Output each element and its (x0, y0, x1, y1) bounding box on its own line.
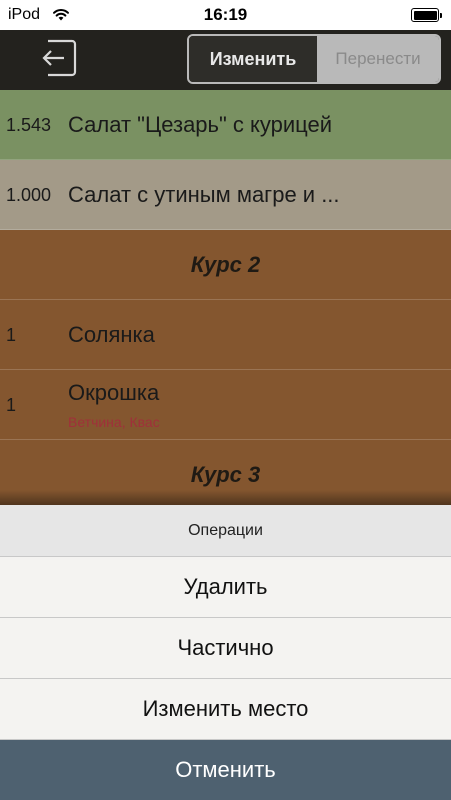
action-sheet-title: Операции (0, 505, 451, 557)
item-quantity: 1 (6, 324, 17, 345)
mode-segmented-control: Изменить Перенести (187, 34, 441, 84)
order-list: 1.543 Салат "Цезарь" с курицей 1.000 Сал… (0, 90, 451, 510)
clock: 16:19 (203, 5, 248, 24)
battery-icon (411, 8, 442, 22)
change-seat-button[interactable]: Изменить место (0, 679, 451, 740)
logout-arrow-icon[interactable] (40, 38, 80, 78)
item-quantity: 1.000 (6, 184, 52, 205)
segment-move[interactable]: Перенести (317, 36, 439, 82)
item-quantity: 1.543 (6, 114, 52, 135)
action-sheet: Операции Удалить Частично Изменить место… (0, 505, 451, 800)
item-quantity: 1 (6, 394, 17, 415)
item-name: Салат "Цезарь" с курицей (68, 112, 333, 137)
cancel-button[interactable]: Отменить (0, 740, 451, 800)
partial-button[interactable]: Частично (0, 618, 451, 679)
course-header[interactable]: Курс 2 (0, 230, 451, 300)
item-modifiers: Ветчина, Квас (68, 414, 160, 430)
item-name: Салат с утиным магре и ... (68, 182, 340, 207)
toolbar: Изменить Перенести (0, 30, 451, 90)
order-item-row[interactable]: 1.000 Салат с утиным магре и ... (0, 160, 451, 230)
order-item-row[interactable]: 1.543 Салат "Цезарь" с курицей (0, 90, 451, 160)
order-item-row[interactable]: 1 Окрошка Ветчина, Квас (0, 370, 451, 440)
delete-button[interactable]: Удалить (0, 557, 451, 618)
status-bar: iPod 16:19 (0, 0, 451, 30)
segment-edit[interactable]: Изменить (189, 36, 317, 82)
